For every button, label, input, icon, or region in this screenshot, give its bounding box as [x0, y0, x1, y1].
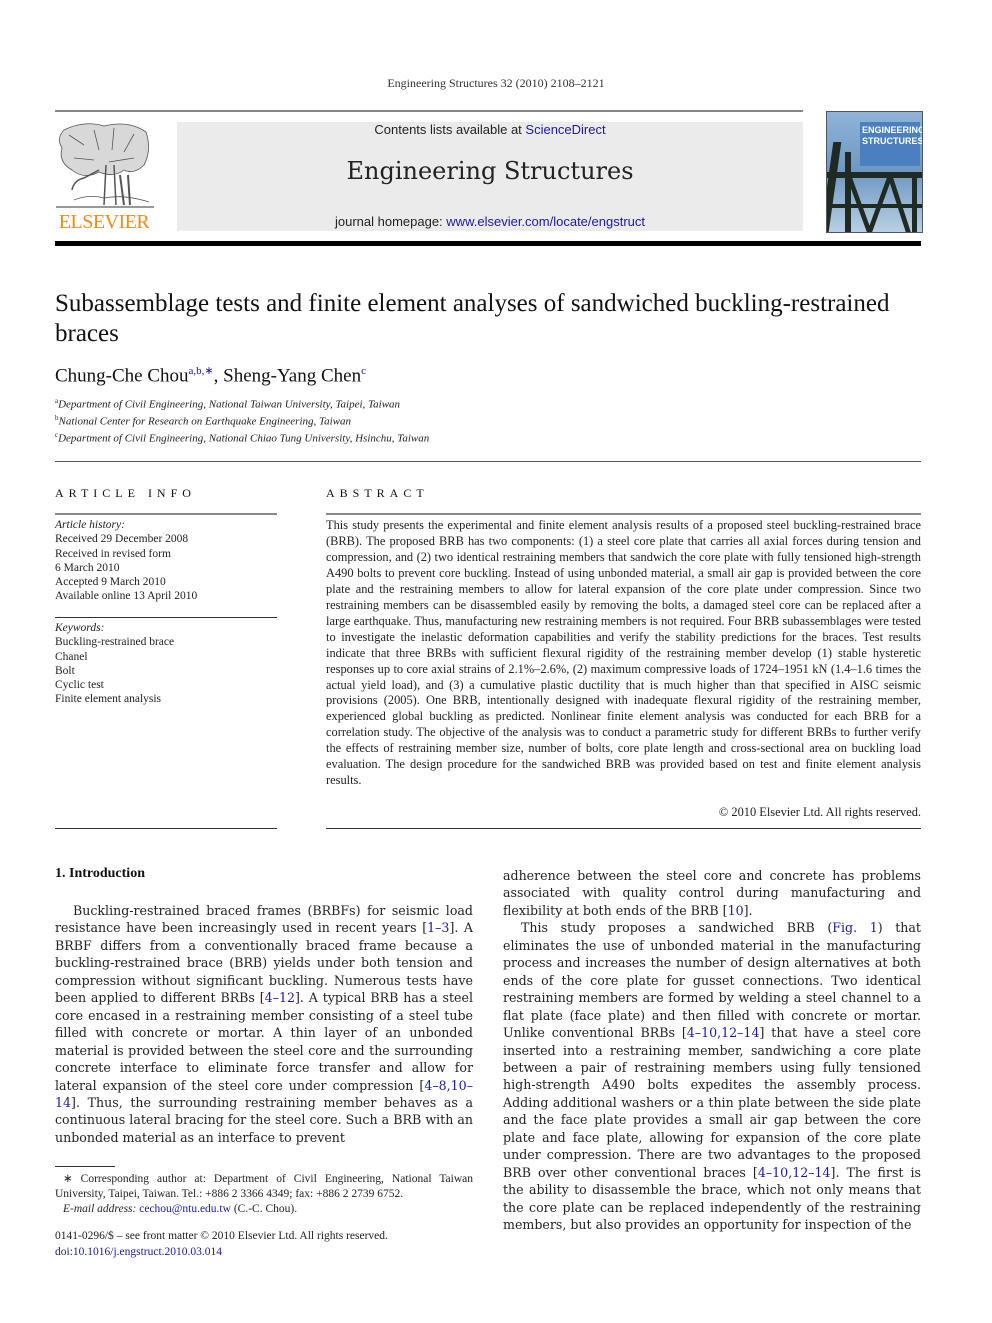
article-info-rule — [55, 513, 277, 515]
keywords-label: Keywords: — [55, 622, 105, 634]
body-text: ]. Thus, the surrounding restraining mem… — [55, 1094, 473, 1145]
affiliation: cDepartment of Civil Engineering, Nation… — [55, 431, 429, 445]
cover-title-line-1: ENGINEERING — [862, 125, 923, 135]
keyword: Buckling-restrained brace — [55, 636, 175, 649]
journal-masthead: Contents lists available at ScienceDirec… — [177, 122, 803, 231]
article-history: Article history: Received 29 December 20… — [55, 518, 277, 604]
affiliation-text: National Center for Research on Earthqua… — [58, 415, 352, 428]
article-info-heading: ARTICLE INFO — [55, 486, 196, 500]
history-item: Received 29 December 2008 — [55, 533, 189, 546]
corresponding-author-footnote: ∗ Corresponding author at: Department of… — [55, 1172, 473, 1217]
footnote-mark: ∗ — [63, 1173, 73, 1185]
introduction-right-column: adherence between the steel core and con… — [503, 867, 921, 1234]
cover-title-line-2: STRUCTURES — [862, 136, 923, 146]
abstract-body: This study presents the experimental and… — [326, 518, 921, 788]
affiliation: aDepartment of Civil Engineering, Nation… — [55, 397, 400, 411]
history-item: Received in revised form — [55, 547, 171, 560]
contents-prefix: Contents lists available at — [374, 122, 526, 137]
footnote-text: Corresponding author at: Department of C… — [55, 1173, 473, 1200]
author-separator: , — [213, 365, 224, 387]
keyword: Finite element analysis — [55, 693, 162, 706]
abstract-heading: ABSTRACT — [326, 486, 429, 500]
doi-link[interactable]: doi:10.1016/j.engstruct.2010.03.014 — [55, 1246, 222, 1258]
body-text: ]. — [743, 902, 753, 918]
elsevier-wordmark: ELSEVIER — [58, 211, 150, 233]
citation-link[interactable]: 10 — [728, 903, 744, 918]
abstract-copyright: © 2010 Elsevier Ltd. All rights reserved… — [718, 805, 921, 819]
keyword: Bolt — [55, 664, 75, 677]
citation-link[interactable]: 4–10,12–14 — [687, 1025, 760, 1040]
article-history-label: Article history: — [55, 519, 125, 531]
cover-title: ENGINEERING STRUCTURES — [860, 122, 923, 166]
figure-link[interactable]: Fig. 1 — [832, 920, 877, 935]
journal-homepage: journal homepage: www.elsevier.com/locat… — [177, 214, 803, 229]
citation-link[interactable]: 4–12 — [265, 990, 295, 1005]
journal-cover-thumbnail[interactable]: ENGINEERING STRUCTURES — [826, 111, 923, 233]
author-affiliation-marks[interactable]: c — [361, 365, 366, 377]
author-name: Chung-Che Chou — [55, 365, 189, 387]
introduction-paragraph-2: This study proposes a sandwiched BRB (Fi… — [503, 919, 921, 1233]
article-title: Subassemblage tests and finite element a… — [55, 290, 890, 347]
footnote-rule — [55, 1166, 115, 1167]
citation-link[interactable]: 4–10,12–14 — [758, 1165, 831, 1180]
author-list: Chung-Che Choua,b,∗, Sheng-Yang Chenc — [55, 364, 366, 387]
journal-reference: Engineering Structures 32 (2010) 2108–21… — [387, 76, 605, 90]
header-thick-rule — [55, 241, 921, 246]
introduction-paragraph-1: Buckling-restrained braced frames (BRBFs… — [55, 902, 473, 1146]
journal-name: Engineering Structures — [346, 157, 634, 185]
keywords-rule — [55, 617, 277, 618]
front-matter: 0141-0296/$ – see front matter © 2010 El… — [55, 1229, 495, 1260]
body-text: adherence between the steel core and con… — [503, 868, 921, 918]
author-affiliation-marks[interactable]: a,b,∗ — [189, 365, 214, 377]
affiliation-text: Department of Civil Engineering, Nationa… — [58, 432, 430, 445]
contents-availability: Contents lists available at ScienceDirec… — [177, 122, 803, 137]
homepage-link[interactable]: www.elsevier.com/locate/engstruct — [446, 214, 645, 229]
homepage-prefix: journal homepage: — [334, 214, 447, 229]
body-text: ]. A typical BRB has a steel core encase… — [55, 990, 473, 1093]
history-item: Accepted 9 March 2010 — [55, 576, 166, 589]
keyword: Chanel — [55, 650, 88, 663]
issn-line: 0141-0296/$ – see front matter © 2010 El… — [55, 1230, 388, 1242]
affiliation-text: Department of Civil Engineering, Nationa… — [58, 398, 401, 411]
article-info-bottom-rule — [55, 828, 277, 829]
introduction-paragraph-1-continued: adherence between the steel core and con… — [503, 867, 921, 919]
sciencedirect-link[interactable]: ScienceDirect — [525, 122, 605, 137]
header-top-rule — [55, 110, 803, 112]
abstract-bottom-rule — [326, 828, 921, 829]
body-text: This study proposes a sandwiched BRB ( — [521, 920, 833, 936]
body-text: ] that have a steel core inserted into a… — [503, 1025, 922, 1180]
history-item: Available online 13 April 2010 — [55, 590, 198, 603]
keywords: Keywords: Buckling-restrained brace Chan… — [55, 621, 277, 707]
abstract-rule — [326, 513, 921, 515]
email-link[interactable]: cechou@ntu.edu.tw — [139, 1203, 231, 1215]
author-name: Sheng-Yang Chen — [223, 365, 362, 387]
body-text: ) that eliminates the use of unbonded ma… — [503, 920, 921, 1041]
section-heading-introduction: 1. Introduction — [55, 866, 145, 881]
citation-link[interactable]: 1–3 — [427, 920, 449, 935]
section-divider — [55, 461, 921, 462]
email-suffix: (C.-C. Chou). — [230, 1203, 298, 1215]
history-item: 6 March 2010 — [55, 561, 120, 574]
email-label: E-mail address: — [63, 1203, 140, 1215]
keyword: Cyclic test — [55, 679, 104, 692]
body-text: Buckling-restrained braced frames (BRBFs… — [55, 903, 473, 936]
affiliation: bNational Center for Research on Earthqu… — [55, 414, 351, 428]
tree-icon — [56, 123, 154, 208]
